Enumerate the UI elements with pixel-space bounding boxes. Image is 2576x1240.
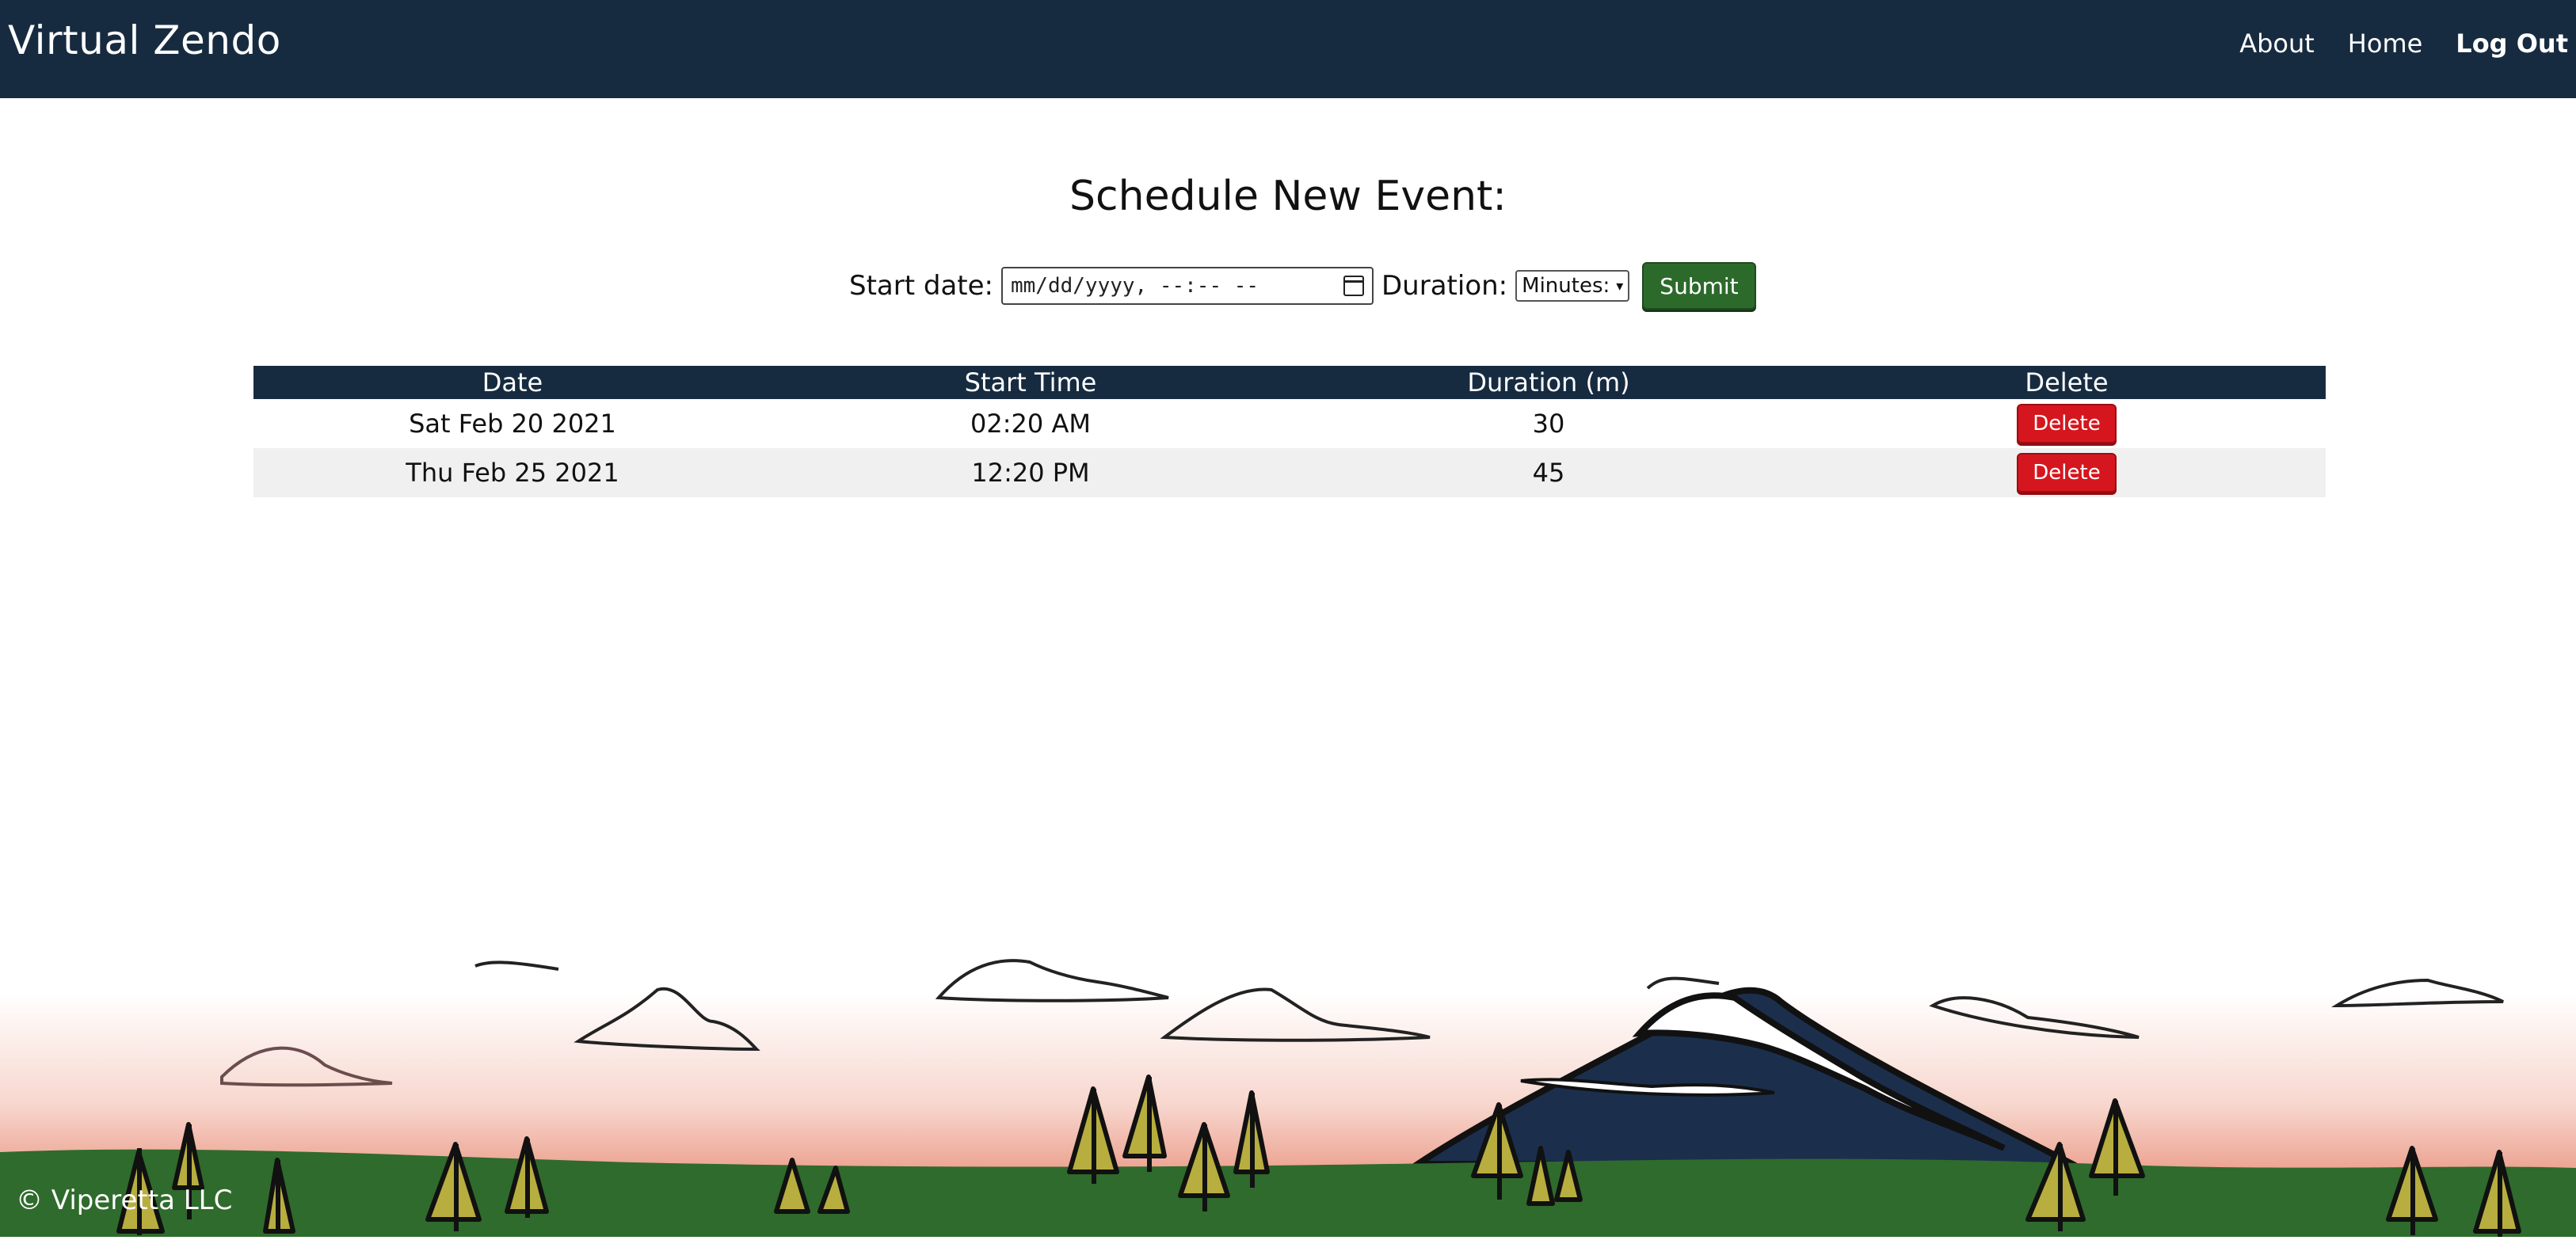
submit-button[interactable]: Submit [1642,262,1756,310]
landscape-footer: © Viperetta LLC [0,887,2576,1239]
top-nav: About Home Log Out [2239,29,2568,59]
brand-title[interactable]: Virtual Zendo [8,17,281,63]
row-duration: 30 [1532,409,1565,439]
copyright-text: © Viperetta LLC [16,1185,233,1216]
duration-label: Duration: [1381,270,1508,302]
col-start-header: Start Time [964,367,1097,397]
nav-home-link[interactable]: Home [2348,29,2423,59]
chevron-down-icon: ▾ [1616,277,1624,295]
row-date: Sat Feb 20 2021 [409,409,616,439]
duration-select[interactable]: Minutes: ▾ [1515,270,1630,302]
events-table: Date Start Time Duration (m) Delete Sat … [253,366,2326,497]
row-duration: 45 [1532,458,1565,488]
col-duration-header: Duration (m) [1467,367,1630,397]
calendar-icon[interactable] [1343,276,1364,296]
nav-about-link[interactable]: About [2239,29,2315,59]
start-date-label: Start date: [849,270,993,302]
date-placeholder: mm/dd/yyyy, --:-- -- [1011,274,1259,298]
row-delete-cell: Delete [1808,453,2326,493]
table-row: Sat Feb 20 2021 02:20 AM 30 Delete [253,399,2326,448]
top-navbar: Virtual Zendo About Home Log Out [0,0,2576,98]
nav-logout-link[interactable]: Log Out [2456,29,2568,59]
table-row: Thu Feb 25 2021 12:20 PM 45 Delete [253,448,2326,497]
start-date-input[interactable]: mm/dd/yyyy, --:-- -- [1001,267,1374,305]
delete-button[interactable]: Delete [2017,453,2117,493]
row-delete-cell: Delete [1808,404,2326,443]
landscape-illustration [0,887,2576,1239]
row-start-time: 02:20 AM [970,409,1091,439]
col-date-header: Date [482,367,543,397]
row-date: Thu Feb 25 2021 [406,458,619,488]
row-start-time: 12:20 PM [971,458,1090,488]
duration-selected-value: Minutes: [1522,274,1610,298]
table-header: Date Start Time Duration (m) Delete [253,366,2326,399]
schedule-form: Start date: mm/dd/yyyy, --:-- -- Duratio… [849,262,1756,310]
page-title: Schedule New Event: [1069,173,1507,220]
col-delete-header: Delete [2025,367,2109,397]
delete-button[interactable]: Delete [2017,404,2117,443]
